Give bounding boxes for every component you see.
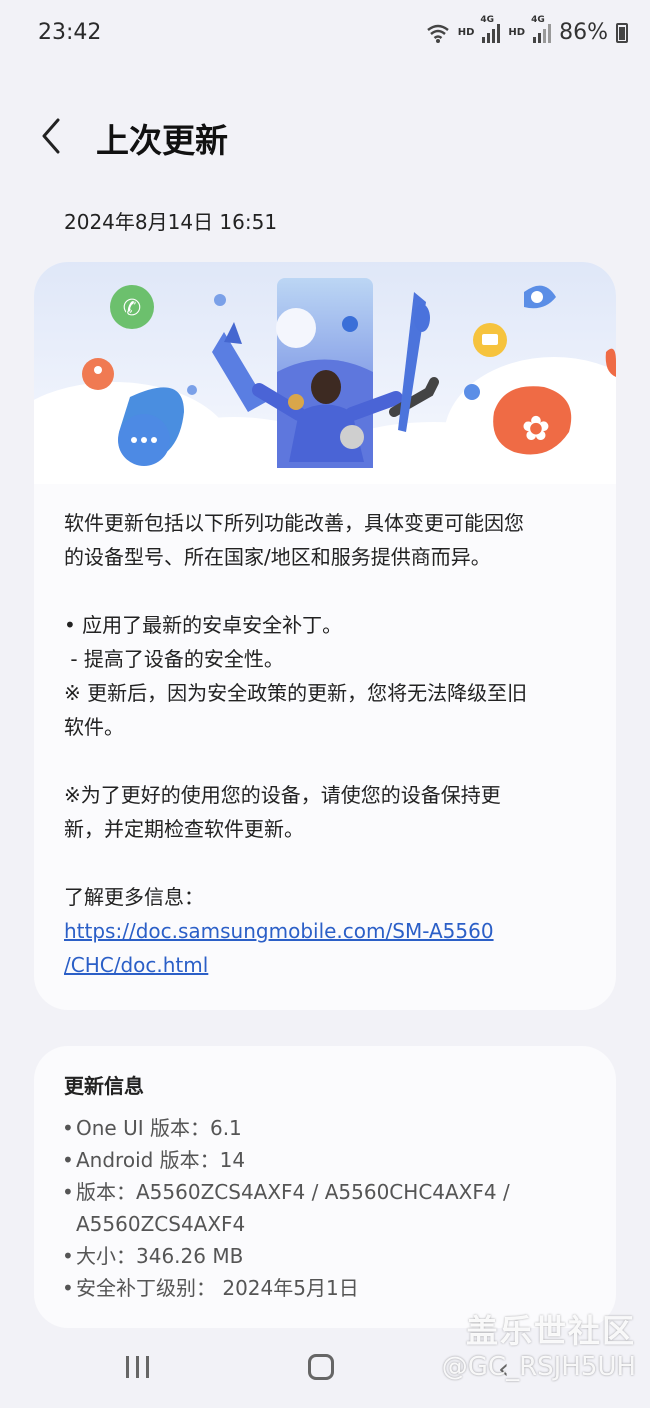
network-type-2: 4G: [531, 14, 545, 25]
info-row-build: • 版本：A5560ZCS4AXF4 / A5560CHC4AXF4 /: [62, 1176, 602, 1208]
note-text-2b: 新，并定期检查软件更新。: [64, 817, 304, 841]
page-title: 上次更新: [96, 121, 228, 160]
security-patch-level: 安全补丁级别： 2024年5月1日: [76, 1276, 359, 1300]
recent-apps-button[interactable]: [126, 1356, 149, 1378]
signal-icon-2: 4G: [531, 15, 552, 43]
battery-icon: [616, 22, 628, 43]
update-illustration: ✆ ✿: [34, 262, 616, 484]
signal-icon: 4G: [480, 15, 501, 43]
info-row-oneui: • One UI 版本：6.1: [62, 1112, 602, 1144]
note-text-1a: ※ 更新后，因为安全政策的更新，您将无法降级至旧: [64, 681, 528, 705]
doc-link[interactable]: https://doc.samsungmobile.com/SM-A5560 /…: [64, 914, 594, 982]
one-ui-version: One UI 版本：6.1: [76, 1116, 242, 1140]
build-version-2: A5560ZCS4AXF4: [76, 1212, 246, 1236]
svg-text:✆: ✆: [123, 296, 141, 321]
recent-apps-icon: [126, 1356, 129, 1378]
doc-link-part-1[interactable]: https://doc.samsungmobile.com/SM-A5560: [64, 919, 494, 943]
wifi-icon: [426, 24, 449, 43]
watermark-site: 盖乐世社区: [465, 1312, 636, 1350]
update-date: 2024年8月14日 16:51: [64, 210, 278, 234]
battery-percent: 86%: [559, 20, 608, 45]
android-version: Android 版本：14: [76, 1148, 246, 1172]
watermark-user: @GC_RSJH5UH: [441, 1352, 636, 1382]
intro-text-1: 软件更新包括以下所列功能改善，具体变更可能因您: [64, 511, 524, 535]
update-info-card: 更新信息 • One UI 版本：6.1 • Android 版本：14 • 版本：A…: [34, 1046, 616, 1328]
note-text-2a: ※为了更好的使用您的设备，请使您的设备保持更: [64, 783, 501, 807]
update-size: 大小：346.26 MB: [76, 1244, 244, 1268]
hd-badge-2: HD: [508, 27, 526, 38]
info-row-build-cont: A5560ZCS4AXF4: [62, 1208, 602, 1240]
settings-icon: [531, 291, 543, 303]
build-version-1: 版本：A5560ZCS4AXF4 / A5560CHC4AXF4 /: [76, 1180, 510, 1204]
status-time: 23:42: [38, 20, 102, 45]
release-notes: 软件更新包括以下所列功能改善，具体变更可能因您 的设备型号、所在国家/地区和服务…: [64, 506, 594, 982]
home-button[interactable]: [308, 1354, 334, 1380]
network-type: 4G: [480, 14, 495, 25]
status-icons: HD 4G HD 4G 86%: [426, 15, 628, 45]
flower-icon: ✿: [522, 409, 551, 449]
more-info-label: 了解更多信息：: [64, 885, 204, 909]
status-bar: 23:42 HD 4G HD 4G 86%: [0, 0, 650, 70]
change-subitem: - 提高了设备的安全性。: [64, 647, 284, 671]
intro-text-2: 的设备型号、所在国家/地区和服务提供商而异。: [64, 545, 491, 569]
change-item: • 应用了最新的安卓安全补丁。: [64, 613, 343, 637]
note-text-1b: 软件。: [64, 715, 124, 739]
info-row-android: • Android 版本：14: [62, 1144, 602, 1176]
update-notes-card: ✆ ✿ 软件更新包括以下所列功能改善，具体变更可能因您 的设备型号、所在国家/地…: [34, 262, 616, 1010]
info-row-patch: • 安全补丁级别： 2024年5月1日: [62, 1272, 602, 1304]
back-button[interactable]: [36, 114, 76, 158]
info-list: • One UI 版本：6.1 • Android 版本：14 • 版本：A5560Z…: [62, 1112, 602, 1304]
info-row-size: • 大小：346.26 MB: [62, 1240, 602, 1272]
doc-link-part-2[interactable]: /CHC/doc.html: [64, 953, 208, 977]
header: 上次更新: [0, 100, 650, 180]
hd-badge: HD: [457, 27, 475, 38]
info-title: 更新信息: [64, 1074, 144, 1098]
chevron-left-icon: [42, 118, 60, 154]
